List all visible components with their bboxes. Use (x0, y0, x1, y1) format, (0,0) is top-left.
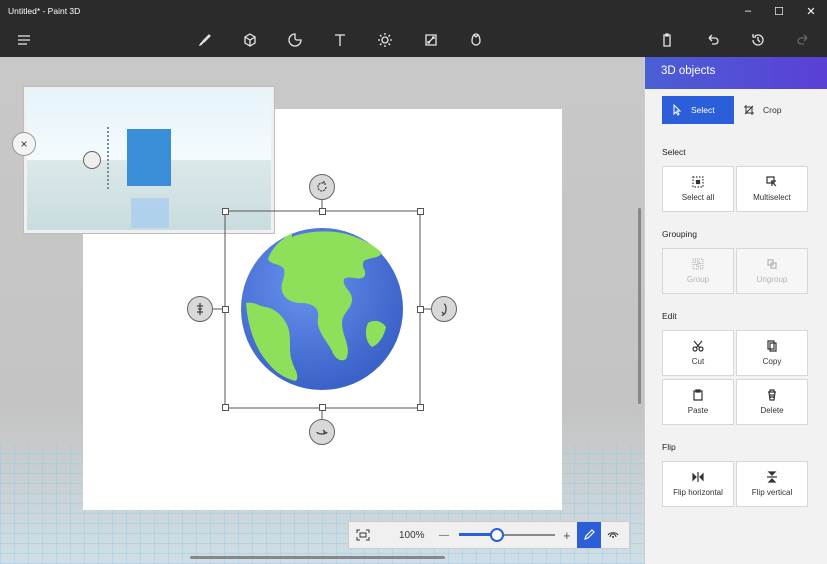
delete-label: Delete (760, 406, 784, 415)
multiselect-button[interactable]: Multiselect (736, 166, 808, 212)
canvas-icon[interactable] (419, 28, 443, 52)
globe-object[interactable] (240, 227, 404, 391)
ungroup-button[interactable]: Ungroup (736, 248, 808, 294)
stickers-icon[interactable] (283, 28, 307, 52)
effects-icon[interactable] (373, 28, 397, 52)
select-all-button[interactable]: Select all (662, 166, 734, 212)
resize-handle-br[interactable] (417, 404, 424, 411)
horizontal-scrollbar[interactable] (190, 556, 445, 559)
crop-mode-label: Crop (763, 105, 782, 115)
flip-vertical-label: Flip vertical (751, 488, 793, 497)
paste-button[interactable]: Paste (662, 379, 734, 425)
paste-icon[interactable] (655, 28, 679, 52)
multiselect-label: Multiselect (753, 193, 791, 202)
3d-library-icon[interactable] (464, 28, 488, 52)
copy-label: Copy (762, 357, 782, 366)
title-bar: Untitled* - Paint 3D – ☐ ✕ (0, 0, 827, 22)
edit-view-icon[interactable] (577, 522, 601, 548)
trash-icon (768, 389, 776, 401)
history-icon[interactable] (746, 28, 770, 52)
group-label: Group (686, 275, 710, 284)
flip-horizontal-button[interactable]: Flip horizontal (662, 461, 734, 507)
resize-handle-r[interactable] (417, 306, 424, 313)
delete-button[interactable]: Delete (736, 379, 808, 425)
scissors-icon (692, 340, 704, 352)
select-all-icon (692, 176, 704, 188)
resize-handle-b[interactable] (319, 404, 326, 411)
close-window-button[interactable]: ✕ (795, 0, 827, 22)
window-title: Untitled* - Paint 3D (8, 6, 81, 16)
ungroup-label: Ungroup (756, 275, 788, 284)
flip-horizontal-icon (692, 472, 704, 482)
grouping-section-title: Grouping (662, 229, 697, 239)
group-button[interactable]: Group (662, 248, 734, 294)
text-icon[interactable] (328, 28, 352, 52)
3d-view-icon[interactable] (601, 522, 625, 548)
ungroup-icon (767, 259, 777, 269)
copy-button[interactable]: Copy (736, 330, 808, 376)
resize-handle-bl[interactable] (222, 404, 229, 411)
3d-shapes-icon[interactable] (238, 28, 262, 52)
resize-handle-t[interactable] (319, 208, 326, 215)
select-mode-button[interactable]: Select (662, 96, 734, 124)
fit-to-screen-icon[interactable] (349, 522, 377, 548)
zoom-bar: 100% — + (348, 521, 630, 549)
copy-icon (767, 340, 777, 352)
zoom-in-button[interactable]: + (563, 528, 577, 543)
resize-handle-l[interactable] (222, 306, 229, 313)
maximize-button[interactable]: ☐ (763, 0, 795, 22)
flip-vertical-button[interactable]: Flip vertical (736, 461, 808, 507)
main-toolbar (0, 22, 827, 57)
select-all-label: Select all (681, 193, 715, 202)
cut-button[interactable]: Cut (662, 330, 734, 376)
redo-icon (791, 28, 815, 52)
zoom-slider-thumb[interactable] (490, 528, 505, 542)
rotate-x-icon[interactable] (309, 419, 335, 445)
crop-icon (744, 105, 754, 115)
side-panel: 3D objects Select Crop Select Select all… (644, 57, 827, 564)
group-icon (692, 258, 704, 270)
minimize-button[interactable]: – (732, 0, 764, 22)
select-mode-label: Select (691, 105, 715, 115)
workspace[interactable]: × (0, 57, 644, 564)
edit-section-title: Edit (662, 311, 677, 321)
cut-label: Cut (691, 357, 705, 366)
crop-mode-button[interactable]: Crop (743, 96, 815, 124)
undo-icon[interactable] (701, 28, 725, 52)
zoom-percent: 100% (399, 529, 425, 541)
panel-title: 3D objects (645, 57, 827, 89)
resize-handle-tl[interactable] (222, 208, 229, 215)
flip-vertical-icon (767, 471, 777, 483)
multiselect-icon (766, 176, 777, 187)
zoom-slider[interactable] (459, 525, 555, 545)
depth-move-icon[interactable] (187, 296, 213, 322)
hamburger-icon[interactable] (12, 28, 36, 52)
clipboard-icon (693, 389, 703, 401)
brushes-icon[interactable] (193, 28, 217, 52)
paste-label: Paste (687, 406, 709, 415)
vertical-scrollbar[interactable] (638, 208, 641, 404)
flip-section-title: Flip (662, 442, 676, 452)
resize-handle-tr[interactable] (417, 208, 424, 215)
cursor-icon (673, 104, 682, 116)
select-section-title: Select (662, 147, 686, 157)
rotate-y-icon[interactable] (431, 296, 457, 322)
zoom-out-button[interactable]: — (439, 530, 457, 541)
rotate-z-icon[interactable] (309, 174, 335, 200)
flip-horizontal-label: Flip horizontal (673, 488, 723, 497)
